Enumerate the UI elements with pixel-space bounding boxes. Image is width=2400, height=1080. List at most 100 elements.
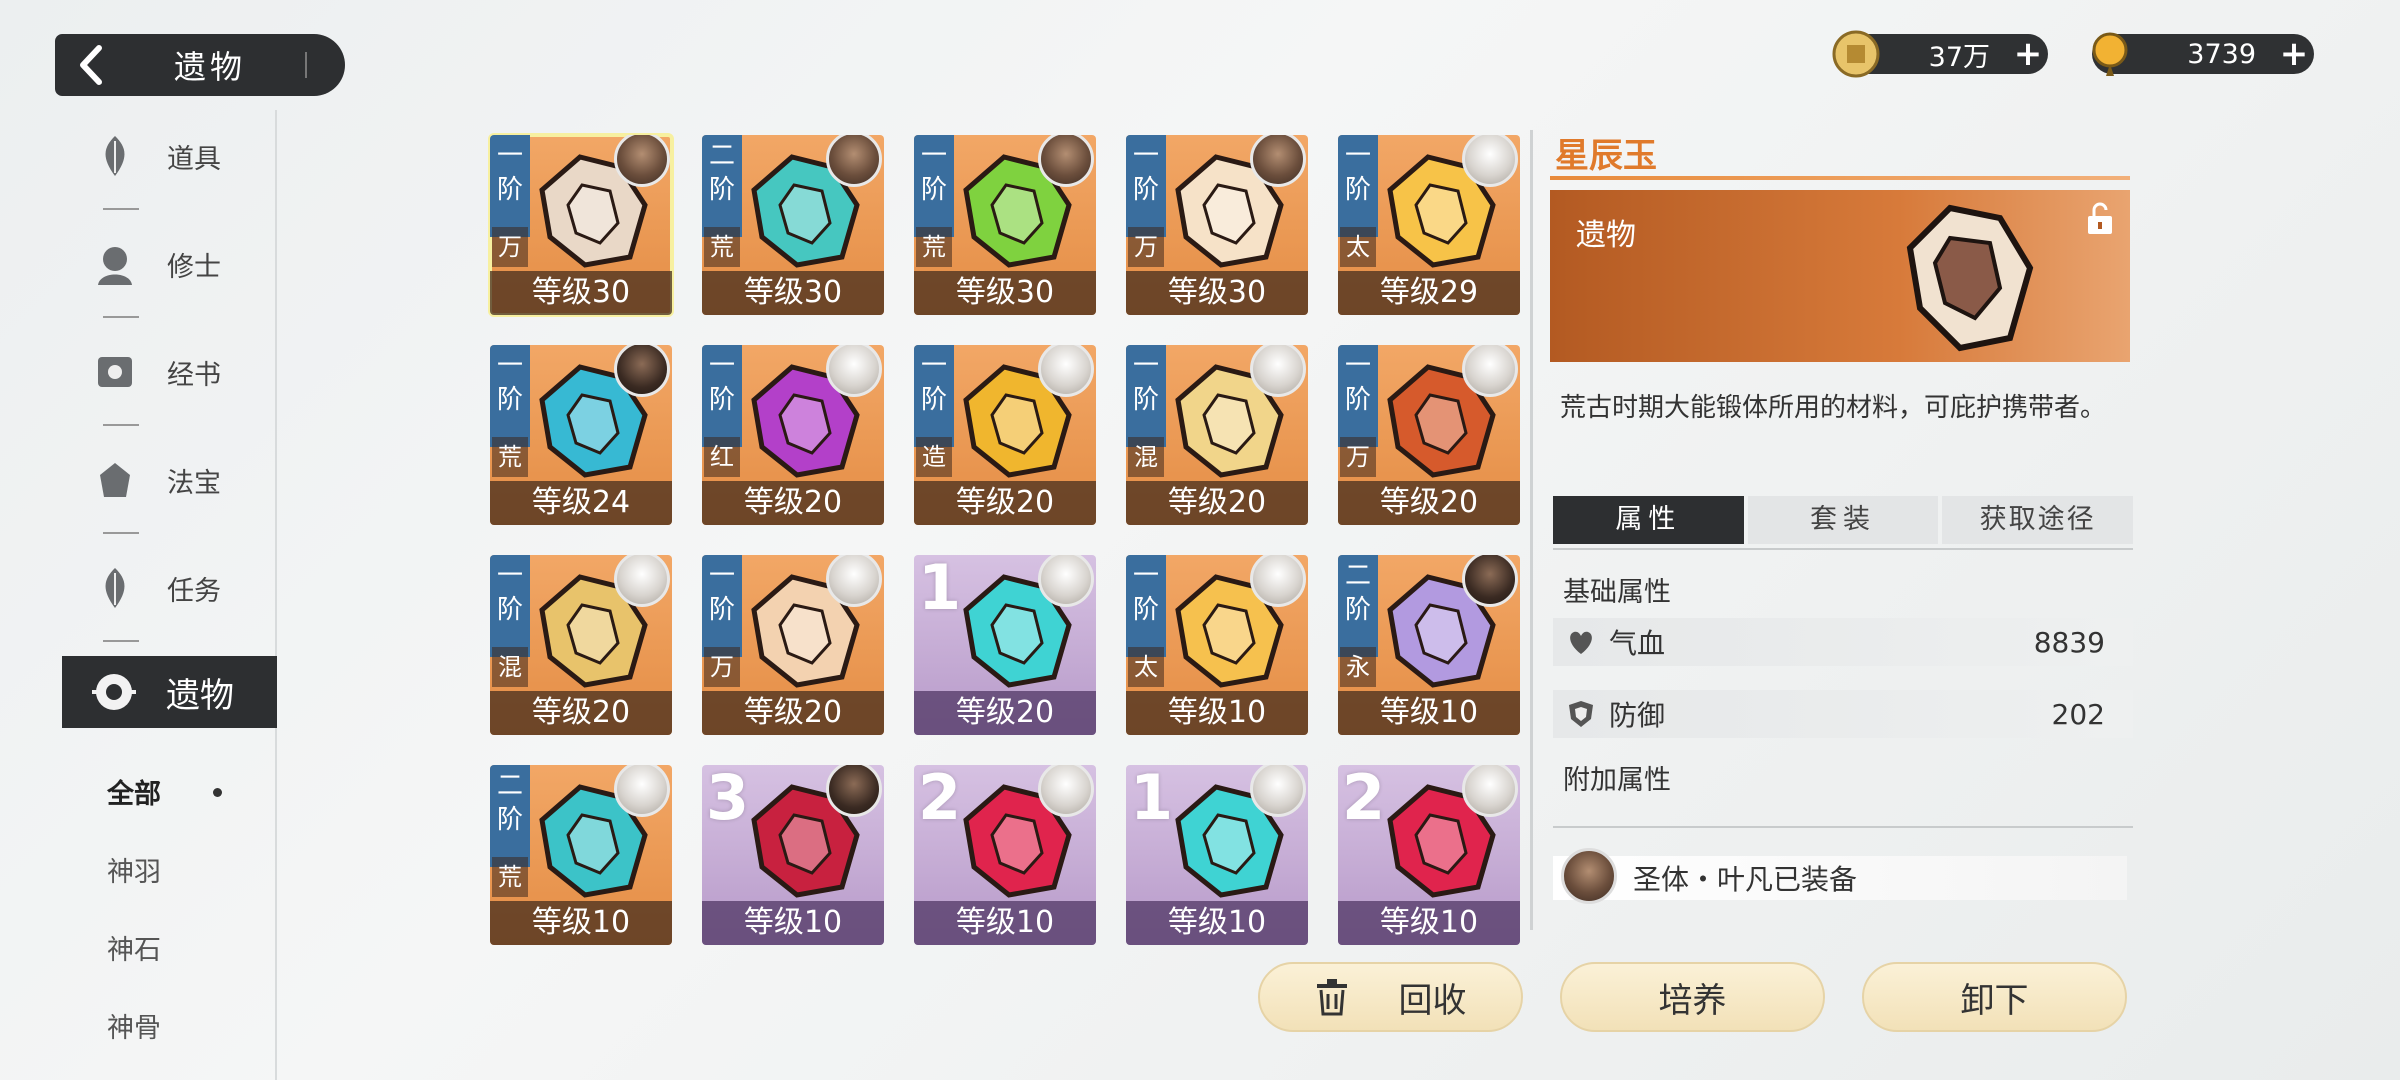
avatar	[1462, 135, 1518, 187]
set-tag: 造	[916, 437, 952, 477]
relic-card[interactable]: 一阶荒等级24	[490, 345, 672, 525]
relic-card[interactable]: 1 等级10	[1126, 765, 1308, 945]
relic-card[interactable]: 二阶荒等级30	[702, 135, 884, 315]
cultivate-button[interactable]: 培养	[1560, 962, 1825, 1032]
relic-card[interactable]: 一阶荒等级30	[914, 135, 1096, 315]
set-tag: 太	[1128, 647, 1164, 687]
sidebar-item-treasures[interactable]: 法宝	[85, 444, 275, 534]
add-gem-button[interactable]: +	[2274, 34, 2314, 74]
grid-scrollbar[interactable]	[1530, 130, 1533, 930]
relic-level: 等级30	[1126, 271, 1308, 315]
tier-badge: 一阶	[702, 555, 742, 657]
set-tag: 荒	[492, 857, 528, 897]
sidebar-item-cultivators[interactable]: 修士	[85, 228, 275, 318]
subfilter-bone[interactable]: 神骨	[107, 1006, 161, 1045]
relic-level: 等级10	[490, 901, 672, 945]
unlock-icon[interactable]	[2082, 200, 2118, 236]
slot-number: 2	[918, 765, 962, 834]
relic-level: 等级20	[702, 481, 884, 525]
relic-card[interactable]: 一阶混等级20	[490, 555, 672, 735]
relic-level: 等级30	[914, 271, 1096, 315]
relic-card[interactable]: 2 等级10	[1338, 765, 1520, 945]
relic-card[interactable]: 一阶太等级10	[1126, 555, 1308, 735]
avatar	[826, 765, 882, 817]
set-tag: 荒	[492, 437, 528, 477]
set-tag: 红	[704, 437, 740, 477]
slot-number: 3	[706, 765, 750, 834]
relic-level: 等级10	[1338, 691, 1520, 735]
relic-card[interactable]: 一阶万等级20	[1338, 345, 1520, 525]
back-button[interactable]	[55, 34, 125, 96]
set-tag: 荒	[704, 227, 740, 267]
relic-level: 等级24	[490, 481, 672, 525]
avatar	[1462, 345, 1518, 397]
name-underline	[1550, 176, 2130, 180]
relic-card[interactable]: 一阶太等级29	[1338, 135, 1520, 315]
relic-card[interactable]: 1 等级20	[914, 555, 1096, 735]
unequip-button[interactable]: 卸下	[1862, 962, 2127, 1032]
relic-level: 等级20	[1338, 481, 1520, 525]
tier-badge: 二阶	[490, 765, 530, 867]
sidebar-divider	[275, 110, 277, 1080]
relic-card[interactable]: 一阶万等级30	[1126, 135, 1308, 315]
sidebar-item-label: 任务	[167, 575, 221, 607]
add-gold-button[interactable]: +	[2008, 34, 2048, 74]
relic-card[interactable]: 一阶万等级30	[488, 133, 674, 317]
relic-card[interactable]: 一阶混等级20	[1126, 345, 1308, 525]
sidebar-item-label: 遗物	[166, 675, 234, 716]
subfilter-feather[interactable]: 神羽	[107, 850, 161, 889]
tier-badge: 二阶	[1338, 555, 1378, 657]
avatar	[614, 345, 670, 397]
subfilter-all[interactable]: 全部	[107, 772, 161, 811]
relic-level: 等级10	[914, 901, 1096, 945]
sidebar-item-label: 经书	[167, 359, 221, 391]
avatar	[1250, 765, 1306, 817]
sidebar-item-items[interactable]: 道具	[85, 120, 275, 210]
relic-card[interactable]: 2 等级10	[914, 765, 1096, 945]
leaf-icon	[85, 126, 145, 186]
gem-drop-icon	[2092, 32, 2128, 76]
relic-card[interactable]: 一阶万等级20	[702, 555, 884, 735]
set-tag: 混	[1128, 437, 1164, 477]
sidebar-item-relics[interactable]: 遗物	[62, 656, 277, 728]
equipped-text: 圣体・叶凡已装备	[1633, 863, 1858, 896]
relic-card[interactable]: 一阶造等级20	[914, 345, 1096, 525]
tier-badge: 一阶	[1338, 135, 1378, 237]
tier-badge: 一阶	[490, 345, 530, 447]
recycle-button[interactable]: 回收	[1258, 962, 1523, 1032]
avatar	[1462, 555, 1518, 607]
relic-card[interactable]: 3 等级10	[702, 765, 884, 945]
tab-set[interactable]: 套装	[1747, 496, 1939, 544]
tier-badge: 一阶	[914, 135, 954, 237]
leaf-icon	[85, 558, 145, 618]
subfilter-stone[interactable]: 神石	[107, 928, 161, 967]
relic-icon	[84, 662, 144, 722]
set-tag: 万	[492, 227, 528, 267]
sidebar-item-scriptures[interactable]: 经书	[85, 336, 275, 426]
avatar	[614, 135, 670, 187]
relic-level: 等级30	[490, 271, 672, 315]
tab-attributes[interactable]: 属性	[1553, 496, 1744, 544]
relic-card[interactable]: 二阶荒等级10	[490, 765, 672, 945]
tier-badge: 一阶	[1126, 345, 1166, 447]
gem-currency: 3739 +	[2092, 32, 2314, 76]
slot-number: 1	[1130, 765, 1174, 834]
sidebar-item-label: 修士	[167, 251, 221, 283]
relic-card[interactable]: 一阶红等级20	[702, 345, 884, 525]
heart-icon	[1553, 628, 1609, 656]
relic-card[interactable]: 二阶永等级10	[1338, 555, 1520, 735]
stat-value: 202	[2051, 697, 2105, 731]
relic-banner: 遗物	[1550, 190, 2130, 362]
set-tag: 万	[1340, 437, 1376, 477]
avatar	[614, 765, 670, 817]
sidebar-item-quests[interactable]: 任务	[85, 552, 275, 642]
stat-row-defense: 防御 202	[1553, 690, 2133, 738]
relic-level: 等级10	[1126, 691, 1308, 735]
equipped-by[interactable]: 圣体・叶凡已装备	[1553, 848, 2127, 904]
relic-level: 等级29	[1338, 271, 1520, 315]
set-tag: 万	[704, 647, 740, 687]
stat-name: 防御	[1609, 699, 1666, 732]
shield-icon	[1553, 699, 1609, 729]
tab-underline	[1553, 548, 2133, 550]
tab-sources[interactable]: 获取途径	[1942, 496, 2134, 544]
